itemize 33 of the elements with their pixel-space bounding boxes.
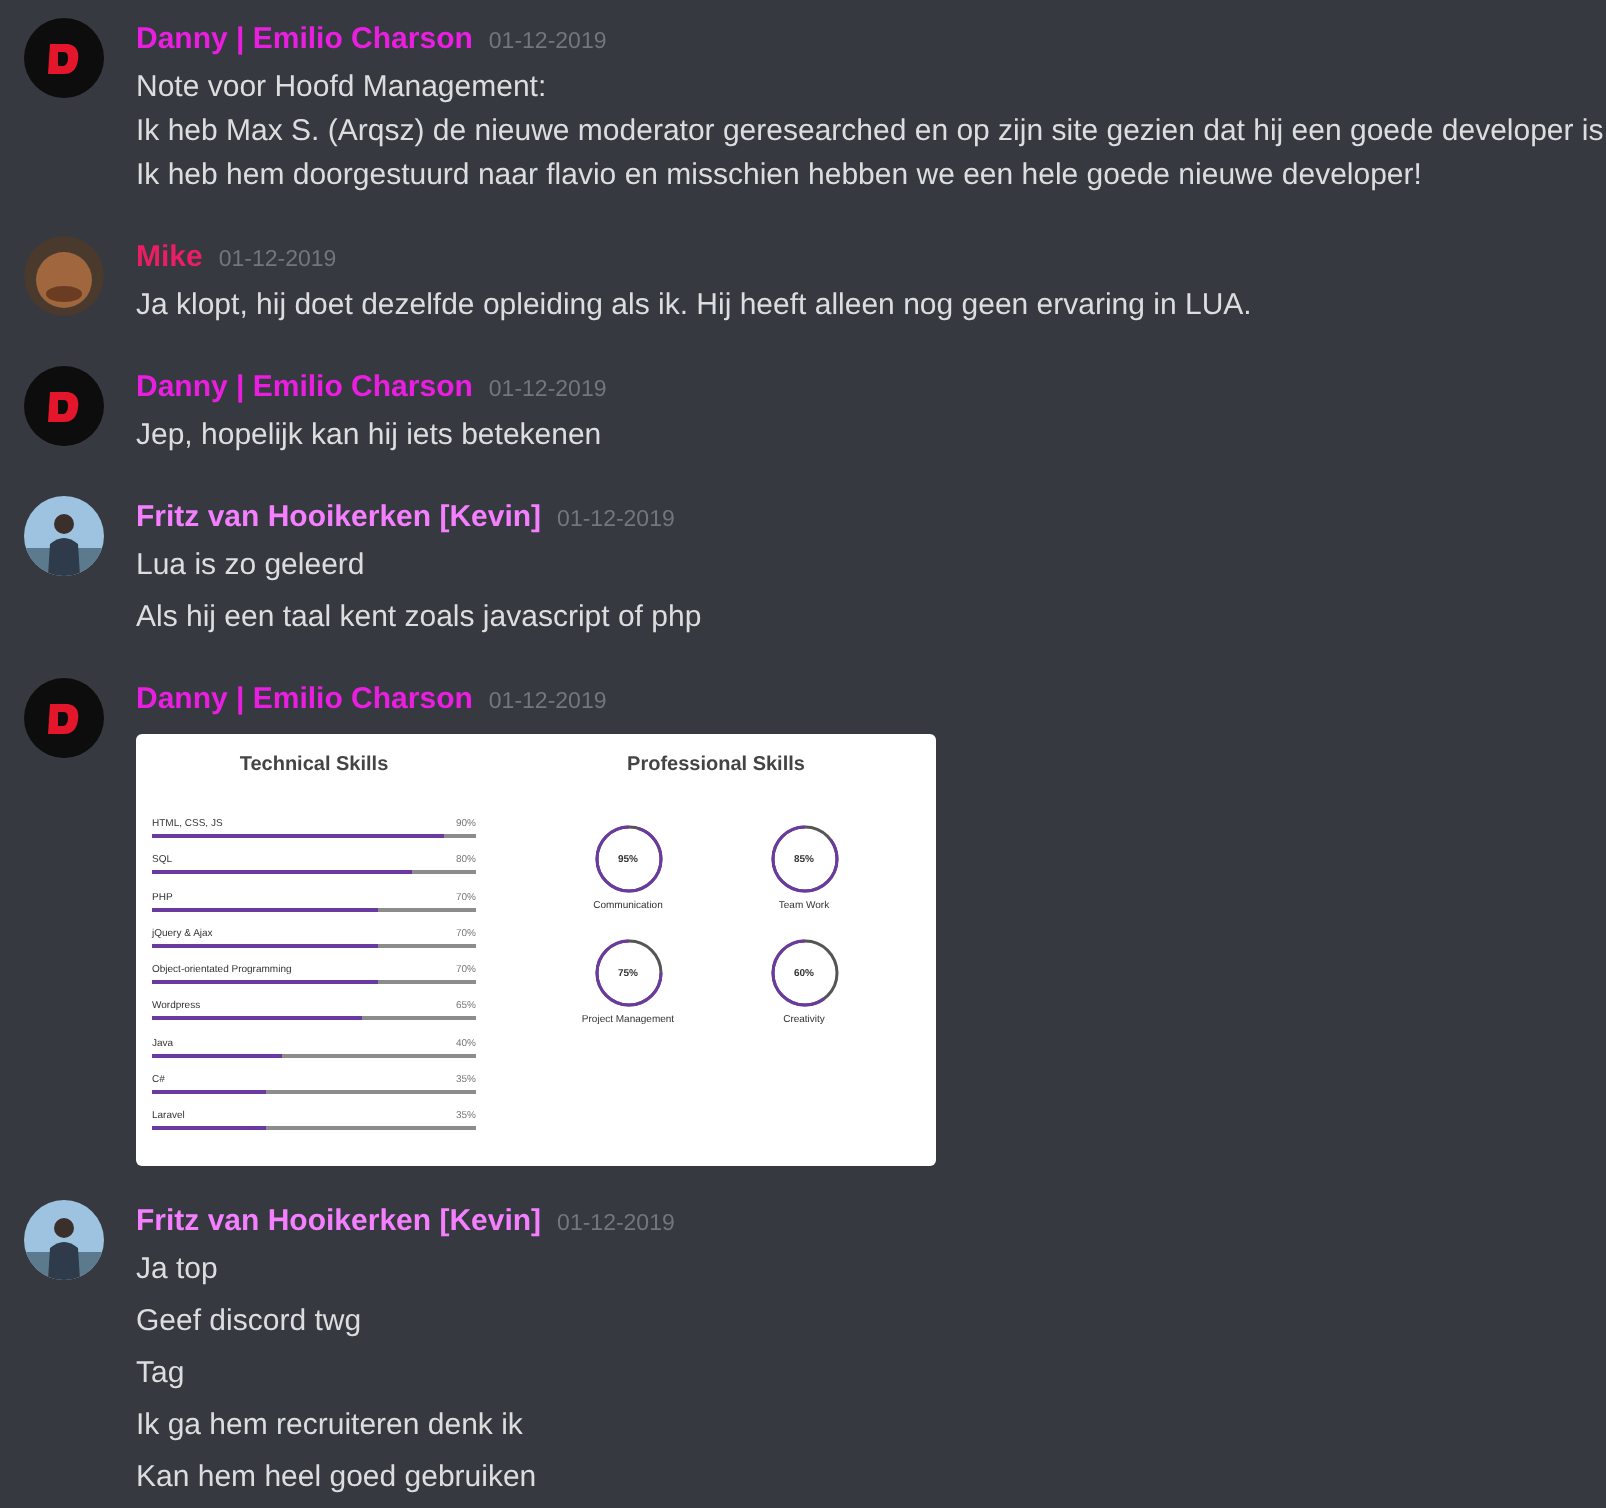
message-text: Note voor Hoofd Management: Ik heb Max S. (Arqsz) de nieuwe moderator geresearched en op zijn site gezien dat hij een goede developer is. Ik heb hem doorgestuurd naar flavio en misschien hebben we een hele goede nieuwe developer! [136, 68, 1606, 196]
timestamp: 01-12-2019 [488, 376, 607, 406]
message-text: Ja klopt, hij doet dezelfde opleiding als ik. Hij heeft alleen nog geen ervaring in LUA. [136, 286, 1252, 326]
timestamp: 01-12-2019 [488, 688, 607, 718]
timestamp: 01-12-2019 [557, 1210, 675, 1240]
avatar-logo-icon[interactable] [24, 366, 104, 446]
message-text: Ik ga hem recruiteren denk ik [136, 1406, 525, 1446]
message-text: Jep, hopelijk kan hij iets betekenen [136, 416, 604, 456]
skills-heading: Technical Skills [237, 752, 391, 780]
progress-ring [769, 938, 839, 1008]
author-name[interactable]: Danny | Emilio Charson [136, 366, 473, 411]
author-name[interactable]: Fritz van Hooikerken [Kevin] [136, 1200, 542, 1245]
progress-ring [769, 824, 839, 894]
skills-heading: Professional Skills [627, 752, 805, 780]
timestamp: 01-12-2019 [488, 28, 607, 58]
message-text: Als hij een taal kent zoals javascript of php [136, 598, 702, 638]
author-name[interactable]: Mike [136, 236, 203, 281]
author-name[interactable]: Danny | Emilio Charson [136, 18, 473, 63]
message-text: Lua is zo geleerd [136, 546, 367, 586]
avatar-logo-icon[interactable] [24, 18, 104, 98]
avatar-icon[interactable] [24, 236, 104, 316]
timestamp: 01-12-2019 [557, 506, 675, 536]
message-text: Geef discord twg [136, 1302, 364, 1342]
message-text: Kan hem heel goed gebruiken [136, 1458, 539, 1498]
author-name[interactable]: Fritz van Hooikerken [Kevin] [136, 496, 542, 541]
avatar-logo-icon[interactable] [24, 678, 104, 758]
progress-ring [593, 938, 663, 1008]
message-text: Tag [136, 1354, 187, 1394]
timestamp: 01-12-2019 [218, 246, 337, 276]
progress-ring [593, 824, 663, 894]
attached-screenshot[interactable] [136, 734, 936, 1166]
message-text: Ja top [136, 1250, 220, 1290]
author-name[interactable]: Danny | Emilio Charson [136, 678, 473, 723]
